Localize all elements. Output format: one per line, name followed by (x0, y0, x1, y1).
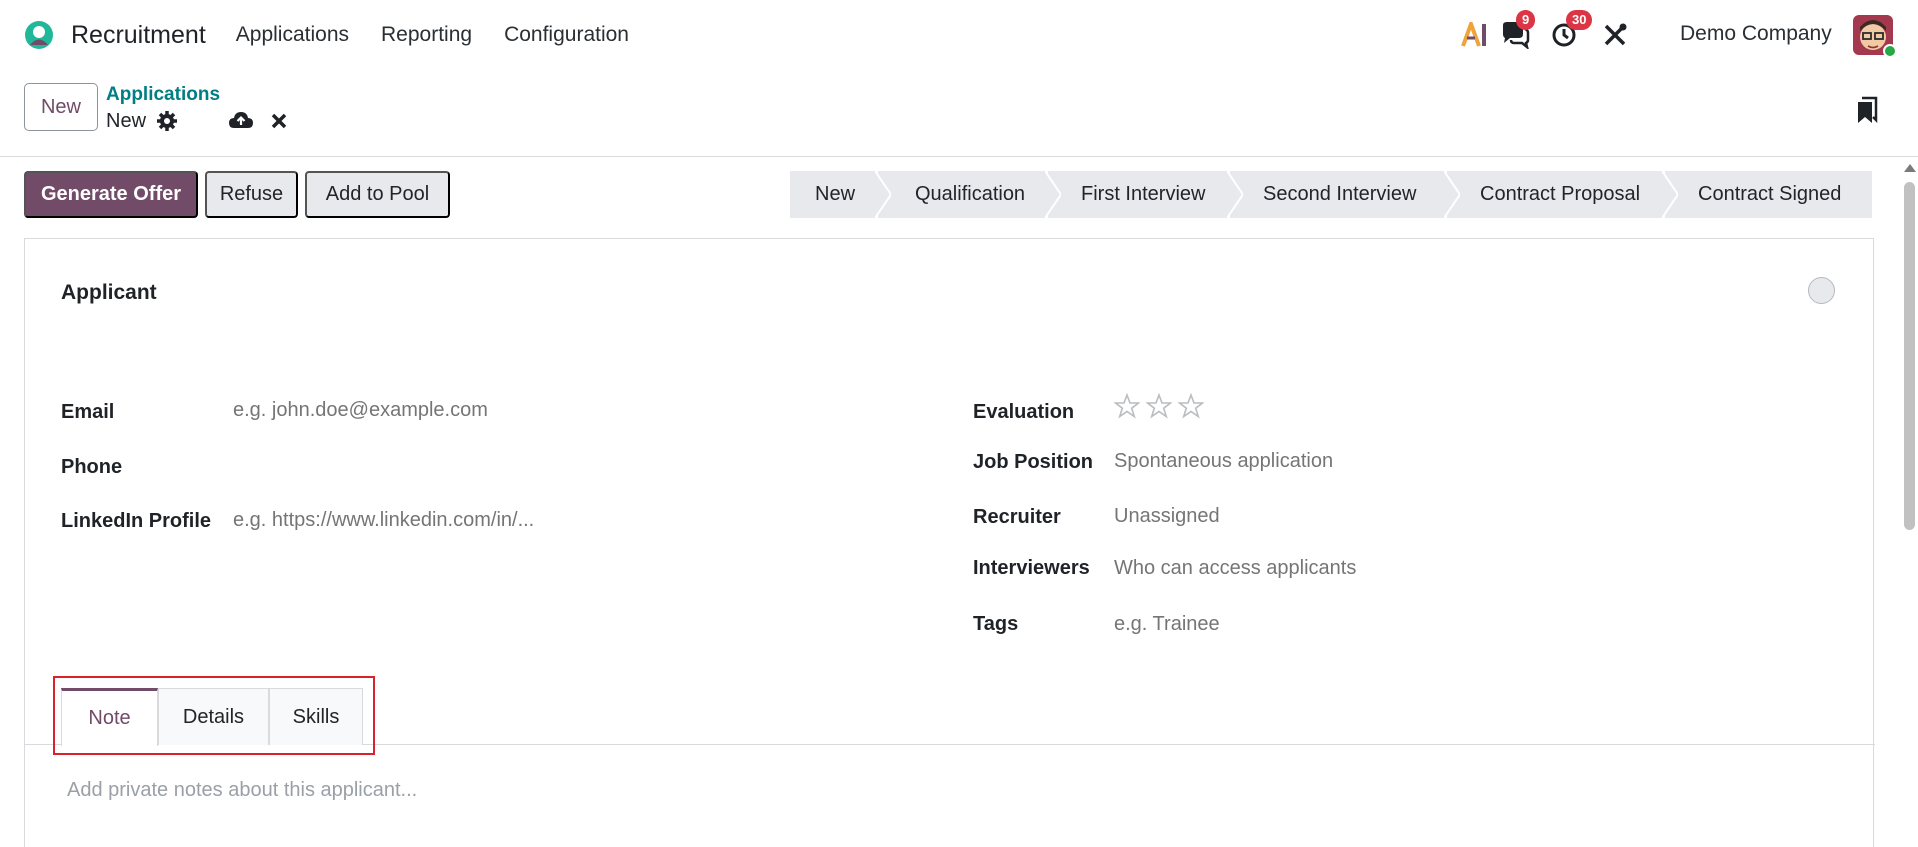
tags-field[interactable] (1114, 613, 1674, 636)
tab-label: Details (182, 705, 245, 728)
stage-new[interactable]: New (790, 171, 891, 218)
priority-toggle[interactable] (1808, 277, 1835, 304)
phone-field[interactable] (233, 453, 713, 476)
user-avatar[interactable] (1853, 15, 1897, 58)
stage-first-interview[interactable]: First Interview (1048, 171, 1243, 218)
main-menu: Applications Reporting Configuration (236, 23, 629, 47)
page-scrollbar[interactable] (1900, 160, 1918, 847)
stage-contract-signed[interactable]: Contract Signed (1665, 171, 1872, 218)
interviewers-label: Interviewers (973, 557, 1090, 579)
ai-icon[interactable] (1460, 20, 1490, 50)
phone-label: Phone (61, 456, 123, 478)
form-sheet: Applicant Email Phone LinkedIn Profile E… (24, 238, 1875, 847)
app-name[interactable]: Recruitment (71, 21, 206, 50)
menu-applications[interactable]: Applications (236, 23, 349, 47)
stage-contract-proposal[interactable]: Contract Proposal (1447, 171, 1678, 218)
interviewers-field[interactable] (1114, 557, 1674, 580)
recruiter-label: Recruiter (973, 506, 1061, 528)
linkedin-field[interactable] (233, 509, 713, 532)
tab-skills[interactable]: Skills (269, 688, 363, 745)
job-position-field[interactable] (1114, 450, 1674, 473)
email-label: Email (61, 401, 115, 423)
tab-label: Skills (292, 705, 340, 728)
stage-statusbar: New Qualification First Interview Second… (790, 171, 1872, 218)
stage-label: Contract Signed (1698, 183, 1842, 205)
control-panel: New Applications New (0, 70, 1918, 157)
stage-qualification[interactable]: Qualification (878, 171, 1061, 218)
top-navbar: Recruitment Applications Reporting Confi… (0, 0, 1918, 70)
tab-label: Note (88, 707, 131, 729)
stage-label: New (815, 183, 856, 205)
close-icon[interactable] (270, 112, 288, 130)
add-to-pool-button[interactable]: Add to Pool (305, 171, 450, 218)
gear-icon[interactable] (156, 110, 178, 132)
activities-clock-icon[interactable]: 30 (1550, 10, 1593, 50)
tab-details[interactable]: Details (158, 688, 269, 745)
scroll-up-arrow-icon[interactable] (1904, 164, 1916, 172)
menu-reporting[interactable]: Reporting (381, 23, 472, 47)
cloud-upload-icon[interactable] (228, 108, 254, 134)
evaluation-label: Evaluation (973, 401, 1075, 423)
stage-label: First Interview (1081, 183, 1206, 205)
menu-configuration[interactable]: Configuration (504, 23, 629, 47)
activities-badge: 30 (1566, 10, 1593, 30)
stage-label: Contract Proposal (1480, 183, 1641, 205)
linkedin-label: LinkedIn Profile (61, 510, 212, 532)
company-switcher[interactable]: Demo Company (1680, 22, 1832, 46)
applicant-name-label[interactable]: Applicant (61, 281, 157, 305)
online-status-dot (1883, 44, 1897, 58)
job-position-label: Job Position (973, 451, 1093, 473)
star-icon[interactable] (1146, 393, 1172, 419)
bookmark-icon[interactable] (1856, 96, 1878, 124)
new-button[interactable]: New (24, 83, 98, 131)
refuse-button[interactable]: Refuse (205, 171, 298, 218)
breadcrumb-applications[interactable]: Applications (106, 84, 220, 106)
stage-second-interview[interactable]: Second Interview (1230, 171, 1460, 218)
email-field[interactable] (233, 399, 713, 422)
stage-label: Qualification (915, 183, 1026, 205)
tab-note[interactable]: Note (61, 688, 158, 746)
tools-icon[interactable] (1600, 20, 1630, 50)
evaluation-stars (1114, 393, 1204, 419)
generate-offer-button[interactable]: Generate Offer (24, 171, 198, 218)
breadcrumb-current: New (106, 110, 147, 132)
stage-label: Second Interview (1263, 183, 1417, 205)
scroll-thumb[interactable] (1904, 182, 1915, 530)
star-icon[interactable] (1178, 393, 1204, 419)
tags-label: Tags (973, 613, 1019, 635)
recruiter-field[interactable] (1114, 505, 1674, 528)
note-editor[interactable]: Add private notes about this applicant..… (67, 779, 417, 802)
star-icon[interactable] (1114, 393, 1140, 419)
recruitment-app-icon[interactable] (22, 18, 56, 52)
messages-icon[interactable]: 9 (1500, 10, 1536, 50)
messages-badge: 9 (1516, 10, 1536, 30)
